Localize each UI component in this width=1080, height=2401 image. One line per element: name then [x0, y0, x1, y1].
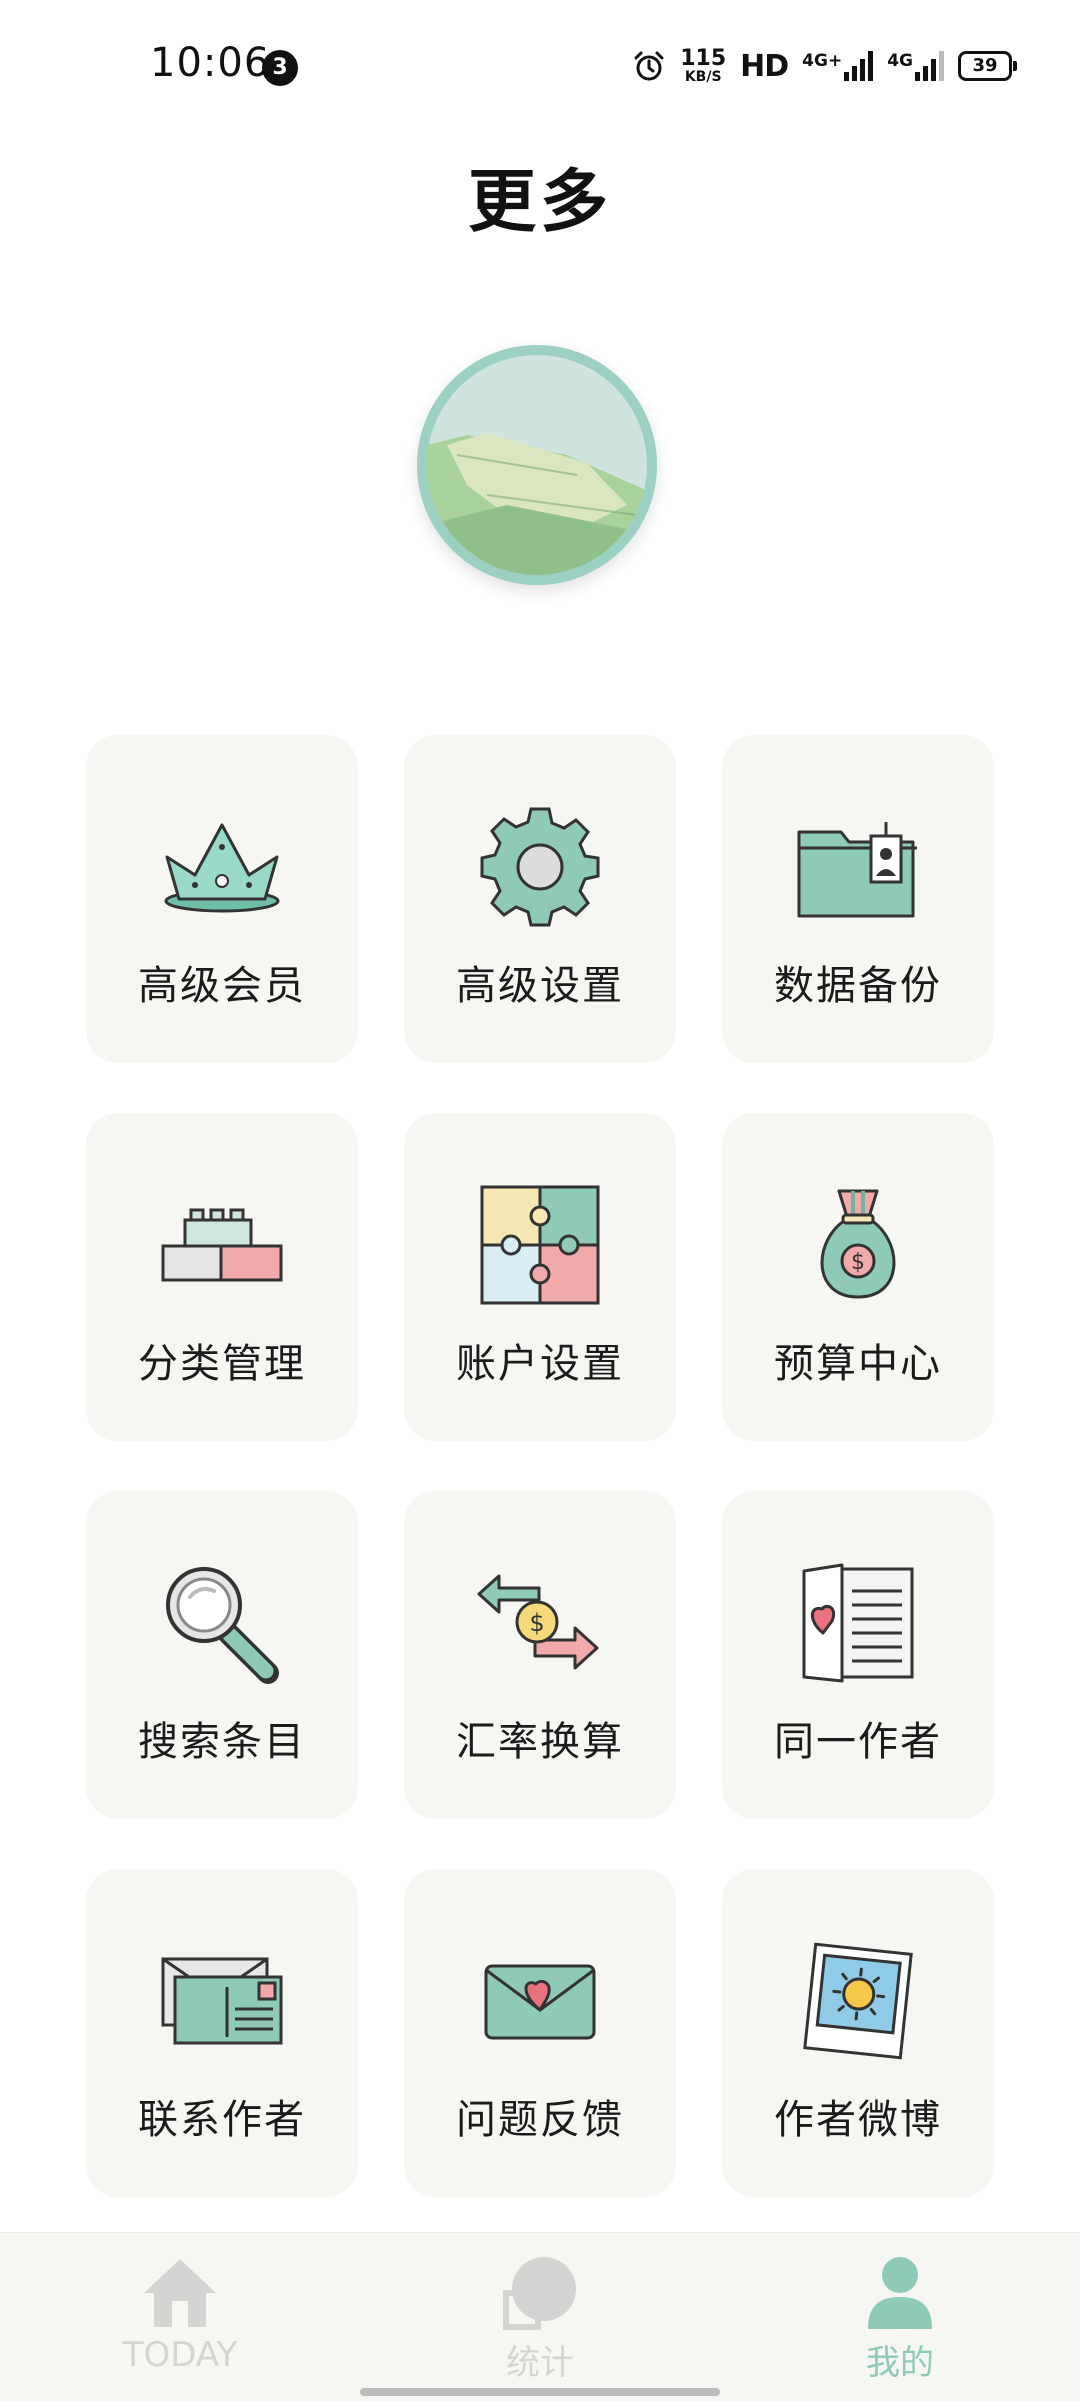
postcard-icon: [161, 1957, 283, 2045]
signal-4g: 4G: [887, 51, 944, 81]
tile-label: 预算中心: [774, 1341, 942, 1387]
tile-label: 问题反馈: [456, 2097, 624, 2143]
status-icons: 115 KB/S HD 4G+ 4G 39: [632, 44, 1017, 88]
book-icon: [802, 1563, 914, 1683]
tile-label: 分类管理: [138, 1341, 306, 1387]
tile-label: 作者微博: [774, 2097, 942, 2143]
alarm-icon: [634, 51, 664, 81]
folder-icon: [797, 822, 917, 918]
tile-label: 搜索条目: [138, 1719, 306, 1765]
nav-label: 统计: [506, 2343, 574, 2383]
page-title: 更多: [467, 163, 612, 242]
home-icon: [144, 2259, 216, 2327]
battery-icon: 39: [958, 51, 1017, 81]
avatar[interactable]: [417, 345, 657, 585]
hd-voice-indicator: HD: [740, 48, 789, 84]
tile-category-management[interactable]: 分类管理: [86, 1113, 358, 1441]
svg-text:$: $: [851, 1250, 865, 1275]
blocks-icon: [161, 1208, 283, 1282]
svg-text:$: $: [529, 1609, 544, 1637]
tile-premium-member[interactable]: 高级会员: [86, 735, 358, 1063]
tile-data-backup[interactable]: 数据备份: [722, 735, 994, 1063]
signal-4g-plus: 4G+: [802, 51, 874, 81]
feature-grid: 高级会员 高级设置 数据备份 分类管理 账户设置 $ 预算中心 搜索条目 $ 汇…: [86, 735, 994, 2197]
signal-bars-icon: [915, 51, 944, 81]
user-icon: [868, 2257, 932, 2329]
tile-label: 同一作者: [774, 1719, 942, 1765]
notification-badge: 3: [262, 50, 298, 86]
tile-feedback[interactable]: 问题反馈: [404, 1869, 676, 2197]
status-time: 10:06: [150, 40, 271, 86]
nav-label: TODAY: [122, 2335, 238, 2375]
tile-contact-author[interactable]: 联系作者: [86, 1869, 358, 2197]
sun-photo-icon: [803, 1942, 913, 2060]
signal-bars-icon: [844, 51, 874, 81]
tile-budget-center[interactable]: $ 预算中心: [722, 1113, 994, 1441]
nav-mine[interactable]: 我的: [770, 2253, 1030, 2383]
nav-today[interactable]: TODAY: [50, 2253, 310, 2383]
network-speed: 115 KB/S: [680, 46, 727, 85]
puzzle-icon: [480, 1185, 600, 1305]
chart-icon: [503, 2257, 576, 2330]
nav-label: 我的: [866, 2343, 934, 2383]
gear-icon: [480, 807, 600, 927]
money-bag-icon: $: [820, 1189, 896, 1299]
tile-exchange-rate[interactable]: $ 汇率换算: [404, 1491, 676, 1819]
tile-account-settings[interactable]: 账户设置: [404, 1113, 676, 1441]
tile-label: 高级设置: [456, 963, 624, 1009]
tile-search-entries[interactable]: 搜索条目: [86, 1491, 358, 1819]
tile-label: 数据备份: [774, 963, 942, 1009]
tile-label: 联系作者: [138, 2097, 306, 2143]
bottom-nav: TODAY 统计 我的: [0, 2232, 1080, 2401]
tile-label: 账户设置: [456, 1341, 624, 1387]
nav-statistics[interactable]: 统计: [410, 2253, 670, 2383]
tile-label: 汇率换算: [456, 1719, 624, 1765]
home-indicator[interactable]: [360, 2388, 720, 2396]
crown-icon: [164, 823, 280, 913]
magnifier-icon: [166, 1567, 279, 1684]
tile-same-author[interactable]: 同一作者: [722, 1491, 994, 1819]
status-bar: 10:06 3 115 KB/S HD 4G+ 4G 39: [0, 0, 1080, 130]
heart-envelope-icon: [484, 1964, 596, 2040]
tile-label: 高级会员: [138, 963, 306, 1009]
avatar-image: [427, 355, 647, 575]
exchange-icon: $: [477, 1574, 599, 1670]
tile-author-weibo[interactable]: 作者微博: [722, 1869, 994, 2197]
tile-advanced-settings[interactable]: 高级设置: [404, 735, 676, 1063]
